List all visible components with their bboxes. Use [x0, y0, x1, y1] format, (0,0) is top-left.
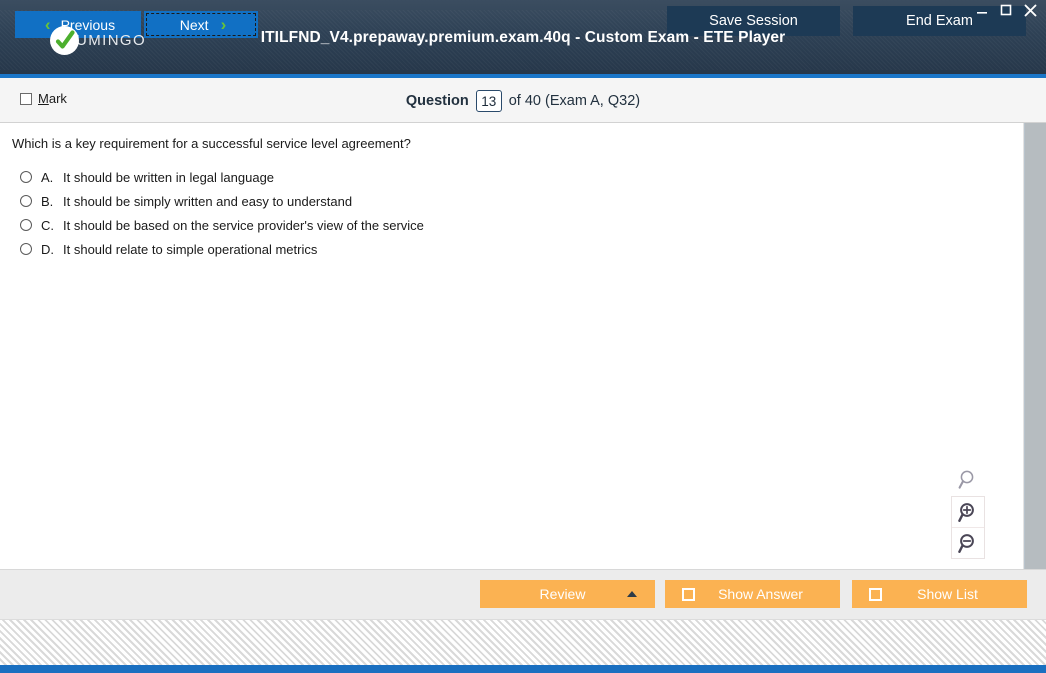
- radio-icon[interactable]: [20, 171, 32, 183]
- radio-icon[interactable]: [20, 243, 32, 255]
- option-letter: B.: [41, 193, 54, 209]
- review-button[interactable]: Review: [480, 580, 655, 608]
- check-circle-icon: [50, 26, 79, 55]
- question-header-bar: Mark Question 13 of 40 (Exam A, Q32): [0, 78, 1046, 123]
- radio-icon[interactable]: [20, 195, 32, 207]
- show-list-button[interactable]: Show List: [852, 580, 1027, 608]
- square-outline-icon: [682, 587, 695, 601]
- zoom-out-icon[interactable]: [952, 527, 984, 558]
- question-number-input[interactable]: 13: [475, 90, 502, 112]
- maximize-icon[interactable]: [998, 2, 1014, 18]
- show-answer-button-label: Show Answer: [718, 586, 803, 602]
- option-text: It should be written in legal language: [63, 169, 275, 185]
- search-icon[interactable]: [952, 464, 984, 494]
- answer-option-d[interactable]: D. It should relate to simple operationa…: [20, 237, 424, 261]
- option-text: It should be simply written and easy to …: [63, 193, 353, 209]
- vertical-scrollbar[interactable]: [1025, 123, 1046, 569]
- zoom-button-group: [951, 496, 985, 559]
- review-button-label: Review: [539, 586, 586, 602]
- option-text: It should relate to simple operational m…: [63, 241, 318, 257]
- close-icon[interactable]: [1022, 2, 1038, 18]
- zoom-in-icon[interactable]: [952, 497, 984, 527]
- question-counter: Question 13 of 40 (Exam A, Q32): [0, 90, 1046, 112]
- question-text: Which is a key requirement for a success…: [12, 136, 411, 151]
- status-bar: [0, 665, 1046, 673]
- zoom-toolbar: [951, 464, 985, 559]
- show-answer-button[interactable]: Show Answer: [665, 580, 840, 608]
- question-content-area: Which is a key requirement for a success…: [0, 123, 1024, 569]
- square-outline-icon: [869, 587, 882, 601]
- vumingo-logo: UMINGO: [50, 26, 146, 55]
- option-text: It should be based on the service provid…: [63, 217, 424, 233]
- show-list-button-label: Show List: [917, 586, 978, 602]
- question-total-label: of 40 (Exam A, Q32): [508, 93, 641, 109]
- option-letter: C.: [41, 217, 54, 233]
- radio-icon[interactable]: [20, 219, 32, 231]
- logo-text: UMINGO: [76, 32, 147, 49]
- window-title: ITILFND_V4.prepaway.premium.exam.40q - C…: [260, 29, 786, 46]
- answer-option-c[interactable]: C. It should be based on the service pro…: [20, 213, 424, 237]
- footer-bar: [0, 619, 1046, 665]
- answer-option-a[interactable]: A. It should be written in legal languag…: [20, 165, 424, 189]
- option-letter: D.: [41, 241, 54, 257]
- ete-player-window: UMINGO ITILFND_V4.prepaway.premium.exam.…: [0, 0, 1046, 673]
- caret-up-icon: [627, 591, 637, 597]
- question-counter-label: Question: [405, 93, 469, 109]
- window-controls: [974, 2, 1038, 18]
- answer-options-list: A. It should be written in legal languag…: [20, 165, 424, 261]
- option-letter: A.: [41, 169, 54, 185]
- answer-option-b[interactable]: B. It should be simply written and easy …: [20, 189, 424, 213]
- minimize-icon[interactable]: [974, 2, 990, 18]
